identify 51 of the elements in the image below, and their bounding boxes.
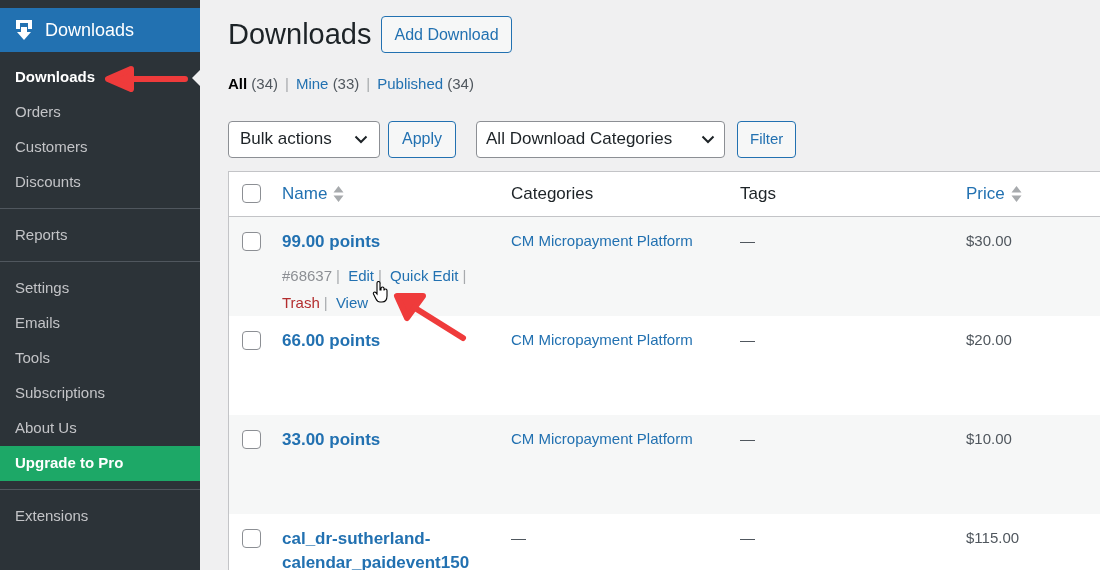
status-filter-link[interactable]: Published (34) (377, 73, 474, 96)
category-link[interactable]: CM Micropayment Platform (511, 429, 693, 447)
column-header[interactable]: Price (966, 180, 1022, 207)
table-cell: $10.00 (966, 429, 1012, 447)
separator: | (461, 266, 468, 284)
separator: | (284, 74, 290, 95)
trash-link[interactable]: Trash (282, 293, 320, 311)
sidebar-item[interactable]: About Us (0, 411, 200, 446)
table-cell: — (740, 528, 755, 546)
row-action-link[interactable]: Edit (348, 266, 374, 284)
download-title-link[interactable]: 66.00 points (282, 328, 491, 353)
table-cell: $115.00 (966, 528, 1020, 546)
status-filter-link[interactable]: Mine (33) (295, 73, 360, 96)
status-filter-link[interactable]: All (34) (228, 73, 279, 96)
sidebar-item[interactable]: Extensions (0, 499, 200, 534)
sidebar-item[interactable]: Emails (0, 306, 200, 341)
column-header: Categories (511, 182, 594, 205)
download-title-link[interactable]: 33.00 points (282, 427, 491, 452)
sidebar-item[interactable]: Reports (0, 218, 200, 253)
column-header[interactable]: Name (282, 180, 345, 207)
bulk-actions-dropdown[interactable]: Bulk actions (228, 120, 380, 158)
sidebar-item[interactable]: Upgrade to Pro (0, 446, 200, 481)
post-id: #68637 (282, 266, 333, 284)
sidebar-item[interactable]: Subscriptions (0, 376, 200, 411)
category-dropdown[interactable]: All Download Categories (476, 120, 726, 158)
filter-button[interactable]: Filter (737, 120, 797, 158)
sidebar-item[interactable]: Orders (0, 95, 200, 130)
add-download-button[interactable]: Add Download (381, 16, 512, 54)
table-cell: — (740, 429, 755, 447)
sidebar-item[interactable]: Discounts (0, 165, 200, 200)
apply-button[interactable]: Apply (388, 120, 457, 158)
row-action-link[interactable]: View (335, 293, 369, 311)
table-cell: — (511, 528, 526, 546)
table-cell: — (740, 231, 755, 249)
table-cell: — (740, 330, 755, 348)
separator: | (335, 266, 341, 284)
row-action-link[interactable]: Quick Edit (390, 266, 459, 284)
sidebar-header[interactable]: Downloads (0, 8, 200, 52)
category-link[interactable]: CM Micropayment Platform (511, 330, 693, 348)
separator: | (322, 293, 329, 311)
page-title: Downloads (228, 17, 372, 52)
category-link[interactable]: CM Micropayment Platform (511, 231, 693, 249)
table-cell: $30.00 (966, 231, 1012, 249)
sidebar-item[interactable]: Customers (0, 130, 200, 165)
sidebar-item[interactable]: Settings (0, 271, 200, 306)
download-title-link[interactable]: 99.00 points (282, 229, 491, 254)
column-header: Tags (740, 182, 776, 205)
menu-title: Downloads (45, 18, 135, 42)
separator: | (365, 74, 372, 95)
sidebar-item[interactable]: Tools (0, 341, 200, 376)
table-cell: $20.00 (966, 330, 1012, 348)
